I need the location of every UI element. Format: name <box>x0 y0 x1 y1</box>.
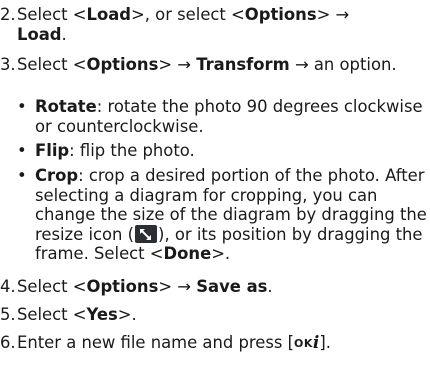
bullet-marker: • <box>17 166 27 185</box>
ok-key-label: OK <box>294 337 313 350</box>
step-text: Select <Options> → Save as. <box>17 277 273 296</box>
bullet-marker: • <box>17 141 27 160</box>
resize-icon <box>135 224 158 243</box>
step-number: 2. <box>0 5 16 24</box>
step-text: Select <Load>, or select <Options> → Loa… <box>17 5 350 44</box>
step-number: 4. <box>0 277 16 296</box>
step-text: Select <Yes>. <box>17 305 137 324</box>
step-text: Enter a new file name and press [OKi]. <box>17 333 331 353</box>
step-number: 3. <box>0 55 16 74</box>
bullet-marker: • <box>17 97 27 116</box>
manual-page: 2. Select <Load>, or select <Options> → … <box>0 0 430 372</box>
step-number: 6. <box>0 333 16 352</box>
bullet-text: Crop: crop a desired portion of the phot… <box>35 166 427 263</box>
bullet-text: Rotate: rotate the photo 90 degrees cloc… <box>35 97 423 136</box>
step-number: 5. <box>0 305 16 324</box>
step-text: Select <Options> → Transform → an option… <box>17 55 397 74</box>
bullet-text: Flip: flip the photo. <box>35 141 195 160</box>
